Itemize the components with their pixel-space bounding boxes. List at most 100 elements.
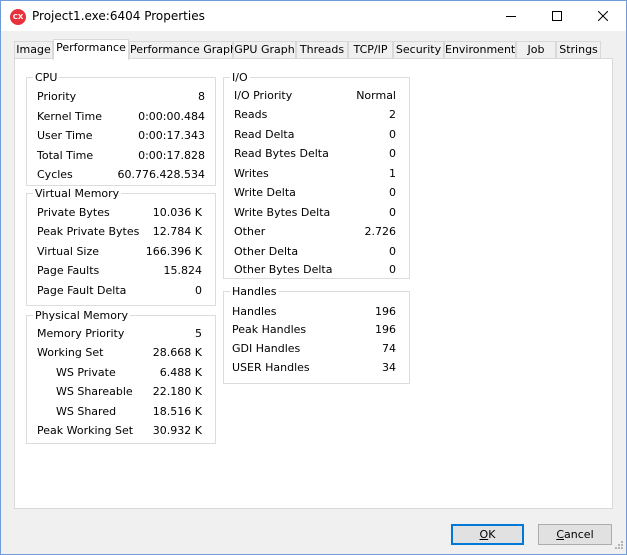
- ok-accelerator: O: [479, 528, 489, 541]
- gdi-handles-label: GDI Handles: [232, 342, 301, 355]
- io-row: Read Bytes Delta 0: [224, 147, 409, 161]
- handles-group: Handles Handles 196 Peak Handles 196 GDI H…: [223, 285, 410, 384]
- write-bytes-delta-value: 0: [389, 206, 396, 219]
- title-bar[interactable]: CX Project1.exe:6404 Properties: [1, 1, 626, 31]
- ws-shareable-value: 22.180 K: [152, 385, 202, 398]
- cpu-row: User Time 0:00:17.343: [27, 129, 215, 143]
- user-time-value: 0:00:17.343: [138, 129, 205, 142]
- performance-panel: CPU Priority 8 Kernel Time 0:00:00.484 Use…: [14, 58, 613, 509]
- memory-priority-value: 5: [195, 327, 202, 340]
- kernel-time-label: Kernel Time: [37, 110, 102, 123]
- writes-label: Writes: [234, 167, 269, 180]
- handles-label: Handles: [232, 305, 277, 318]
- read-bytes-delta-label: Read Bytes Delta: [234, 147, 329, 160]
- pm-row: WS Private 6.488 K: [27, 366, 215, 380]
- minimize-icon: [506, 16, 516, 17]
- cpu-row: Total Time 0:00:17.828: [27, 149, 215, 163]
- working-set-label: Working Set: [37, 346, 104, 359]
- ok-button[interactable]: OK: [451, 524, 524, 545]
- tab-performance-graph[interactable]: Performance Graph: [129, 41, 237, 59]
- peak-private-bytes-value: 12.784 K: [152, 225, 202, 238]
- io-row: Read Delta 0: [224, 128, 409, 142]
- peak-working-set-value: 30.932 K: [152, 424, 202, 437]
- user-time-label: User Time: [37, 129, 93, 142]
- tab-environment[interactable]: Environment: [444, 41, 516, 59]
- cpu-row: Cycles 60.776.428.534: [27, 168, 215, 182]
- minimize-button[interactable]: [488, 1, 534, 31]
- maximize-icon: [552, 11, 562, 21]
- working-set-value: 28.668 K: [152, 346, 202, 359]
- handles-row: GDI Handles 74: [224, 342, 409, 356]
- close-button[interactable]: [580, 1, 626, 31]
- handles-row: USER Handles 34: [224, 361, 409, 375]
- ws-shareable-label: WS Shareable: [56, 385, 133, 398]
- io-row: Write Bytes Delta 0: [224, 206, 409, 220]
- io-row: Other Bytes Delta 0: [224, 263, 409, 277]
- tab-strip: Image Performance Performance Graph GPU …: [1, 39, 627, 60]
- tab-tcp-ip[interactable]: TCP/IP: [348, 41, 393, 59]
- handles-row: Peak Handles 196: [224, 323, 409, 337]
- properties-window: CX Project1.exe:6404 Properties Image Pe…: [0, 0, 627, 555]
- vm-row: Private Bytes 10.036 K: [27, 206, 215, 220]
- window-title: Project1.exe:6404 Properties: [32, 9, 205, 23]
- cancel-accelerator: C: [556, 528, 565, 541]
- virtual-memory-group: Virtual Memory Private Bytes 10.036 K Pea…: [26, 187, 216, 306]
- page-fault-delta-value: 0: [195, 284, 202, 297]
- handles-group-title: Handles: [230, 285, 279, 298]
- write-bytes-delta-label: Write Bytes Delta: [234, 206, 331, 219]
- reads-value: 2: [389, 108, 396, 121]
- cpu-priority-label: Priority: [37, 90, 77, 103]
- ws-shared-value: 18.516 K: [152, 405, 202, 418]
- user-handles-value: 34: [382, 361, 396, 374]
- physical-memory-group-title: Physical Memory: [33, 309, 130, 322]
- write-delta-value: 0: [389, 186, 396, 199]
- private-bytes-value: 10.036 K: [152, 206, 202, 219]
- tab-performance[interactable]: Performance: [53, 39, 129, 60]
- peak-working-set-label: Peak Working Set: [37, 424, 134, 437]
- virtual-size-label: Virtual Size: [37, 245, 100, 258]
- tab-strings[interactable]: Strings: [556, 41, 601, 59]
- resize-grip-icon[interactable]: [612, 540, 624, 552]
- ws-private-value: 6.488 K: [159, 366, 202, 379]
- write-delta-label: Write Delta: [234, 186, 296, 199]
- peak-private-bytes-label: Peak Private Bytes: [37, 225, 140, 238]
- tab-image[interactable]: Image: [14, 41, 53, 59]
- io-priority-label: I/O Priority: [234, 89, 293, 102]
- io-priority-value: Normal: [356, 89, 396, 102]
- page-fault-delta-label: Page Fault Delta: [37, 284, 127, 297]
- user-handles-label: USER Handles: [232, 361, 310, 374]
- io-group-title: I/O: [230, 71, 250, 84]
- vm-row: Page Fault Delta 0: [27, 284, 215, 298]
- other-label: Other: [234, 225, 266, 238]
- other-bytes-delta-value: 0: [389, 263, 396, 276]
- handles-row: Handles 196: [224, 305, 409, 319]
- reads-label: Reads: [234, 108, 268, 121]
- page-faults-label: Page Faults: [37, 264, 100, 277]
- page-faults-value: 15.824: [163, 264, 203, 277]
- kernel-time-value: 0:00:00.484: [138, 110, 205, 123]
- tab-threads[interactable]: Threads: [296, 41, 348, 59]
- tab-job[interactable]: Job: [516, 41, 556, 59]
- tab-security[interactable]: Security: [393, 41, 444, 59]
- writes-value: 1: [389, 167, 396, 180]
- ws-shared-label: WS Shared: [56, 405, 117, 418]
- maximize-button[interactable]: [534, 1, 580, 31]
- tab-gpu-graph[interactable]: GPU Graph: [233, 41, 296, 59]
- read-delta-value: 0: [389, 128, 396, 141]
- cpu-priority-value: 8: [198, 90, 205, 103]
- io-row: I/O Priority Normal: [224, 89, 409, 103]
- vm-row: Page Faults 15.824: [27, 264, 215, 278]
- ws-private-label: WS Private: [56, 366, 116, 379]
- total-time-label: Total Time: [37, 149, 94, 162]
- close-icon: [598, 11, 608, 21]
- gdi-handles-value: 74: [382, 342, 396, 355]
- io-row: Reads 2: [224, 108, 409, 122]
- cancel-button[interactable]: Cancel: [538, 524, 612, 545]
- other-value: 2.726: [364, 225, 397, 238]
- pm-row: Memory Priority 5: [27, 327, 215, 341]
- other-delta-label: Other Delta: [234, 245, 299, 258]
- cpu-group-title: CPU: [33, 71, 60, 84]
- total-time-value: 0:00:17.828: [138, 149, 205, 162]
- cycles-label: Cycles: [37, 168, 73, 181]
- memory-priority-label: Memory Priority: [37, 327, 125, 340]
